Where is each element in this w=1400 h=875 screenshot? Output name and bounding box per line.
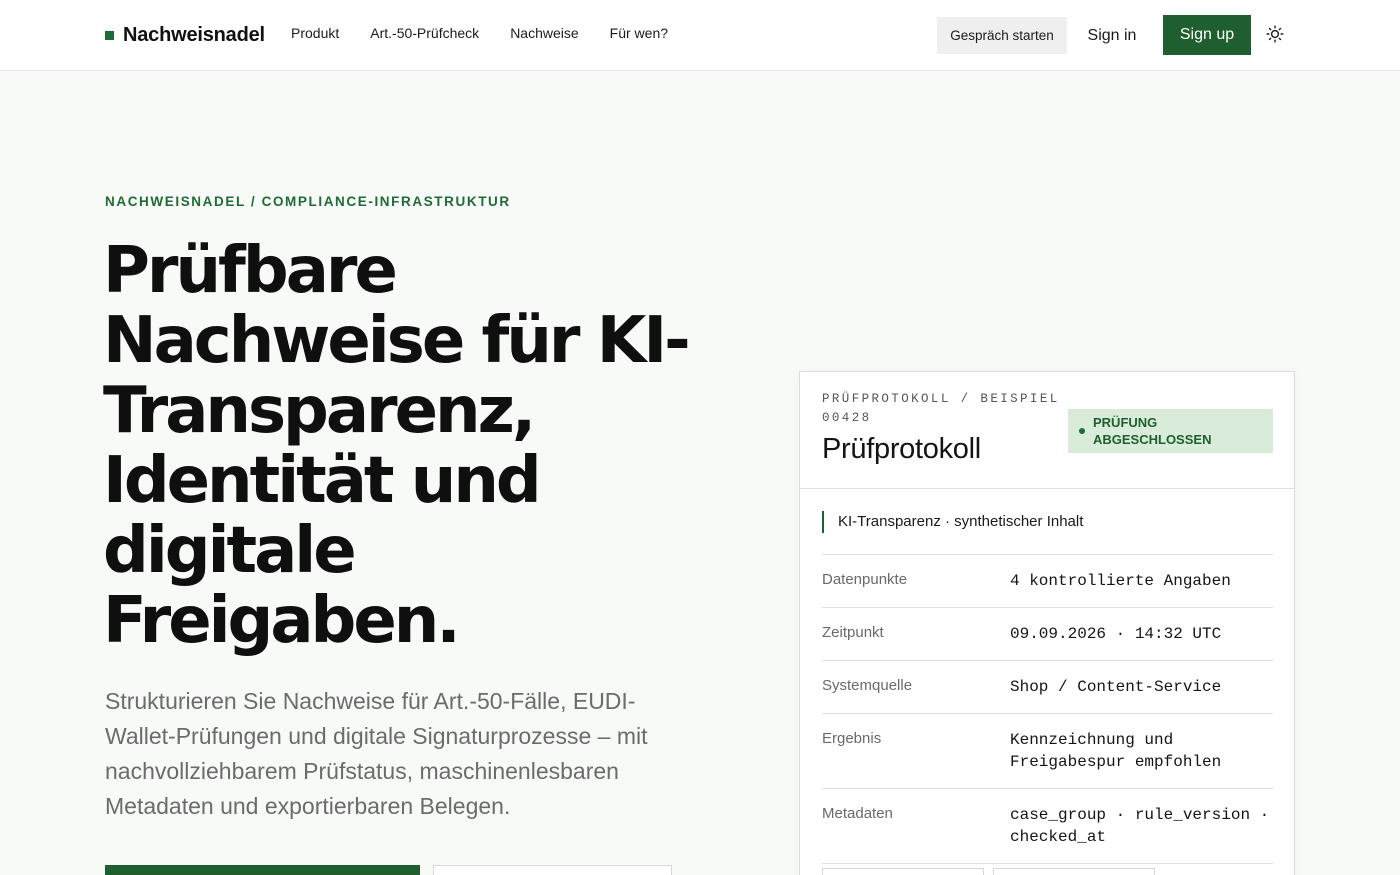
theme-toggle-button[interactable] [1264, 23, 1286, 45]
detail-value: Shop / Content-Service [1010, 678, 1222, 696]
detail-value: Kennzeichnung und Freigabespur empfohlen [1010, 731, 1222, 771]
card-title: Prüfprotokoll [822, 433, 981, 465]
detail-row-systemquelle: Systemquelle Shop / Content-Service [822, 660, 1273, 713]
detail-value: case_group · rule_version · checked_at [1010, 806, 1270, 846]
nav-link-fuer-wen[interactable]: Für wen? [610, 25, 668, 41]
status-badge-label: PRÜFUNG ABGESCHLOSSEN [1093, 415, 1212, 447]
detail-key: Systemquelle [822, 677, 913, 694]
main-nav: Produkt Art.-50-Prüfcheck Nachweise Für … [291, 25, 668, 41]
start-conversation-button[interactable]: Gespräch starten [937, 17, 1067, 54]
detail-row-metadaten: Metadaten case_group · rule_version · ch… [822, 788, 1273, 864]
protocol-details-list: Datenpunkte 4 kontrollierte Angaben Zeit… [822, 554, 1273, 864]
sign-up-button[interactable]: Sign up [1163, 15, 1251, 55]
card-kicker: PRÜFPROTOKOLL / BEISPIEL 00428 [822, 392, 1060, 425]
brand-name: Nachweisnadel [123, 23, 265, 46]
secondary-cta-button[interactable] [433, 865, 672, 875]
hero-lead-text: Strukturieren Sie Nachweise für Art.-50-… [105, 688, 648, 819]
sun-icon [1266, 25, 1284, 43]
detail-row-zeitpunkt: Zeitpunkt 09.09.2026 · 14:32 UTC [822, 607, 1273, 660]
detail-row-datenpunkte: Datenpunkte 4 kontrollierte Angaben [822, 554, 1273, 607]
card-action-button-2[interactable] [993, 868, 1155, 875]
detail-value: 09.09.2026 · 14:32 UTC [1010, 625, 1222, 643]
card-header: PRÜFPROTOKOLL / BEISPIEL 00428 Prüfproto… [800, 372, 1294, 489]
nav-link-produkt[interactable]: Produkt [291, 25, 339, 41]
brand-logo[interactable]: Nachweisnadel [105, 20, 265, 50]
card-action-button-1[interactable] [822, 868, 984, 875]
primary-cta-button[interactable] [105, 865, 420, 875]
detail-key: Metadaten [822, 805, 893, 822]
sign-in-button[interactable]: Sign in [1081, 17, 1143, 54]
detail-key: Zeitpunkt [822, 624, 884, 641]
detail-key: Ergebnis [822, 730, 882, 747]
case-label: KI-Transparenz · synthetischer Inhalt [822, 511, 1083, 533]
detail-row-ergebnis: Ergebnis Kennzeichnung und Freigabespur … [822, 713, 1273, 788]
nav-link-nachweise[interactable]: Nachweise [510, 25, 578, 41]
top-navigation-bar: Nachweisnadel Produkt Art.-50-Prüfcheck … [0, 0, 1400, 71]
audit-protocol-card: PRÜFPROTOKOLL / BEISPIEL 00428 Prüfproto… [799, 371, 1295, 875]
detail-key: Datenpunkte [822, 571, 908, 588]
hero-eyebrow: NACHWEISNADEL / COMPLIANCE-INFRASTRUKTUR [105, 194, 511, 209]
nav-link-art50-pruefcheck[interactable]: Art.-50-Prüfcheck [370, 25, 479, 41]
status-dot-icon [1079, 428, 1085, 434]
brand-square-icon [105, 30, 114, 40]
hero-headline: Prüfbare Nachweise für KI-Transparenz, I… [103, 234, 691, 658]
detail-value: 4 kontrollierte Angaben [1010, 572, 1231, 590]
status-badge: PRÜFUNG ABGESCHLOSSEN [1068, 409, 1273, 453]
